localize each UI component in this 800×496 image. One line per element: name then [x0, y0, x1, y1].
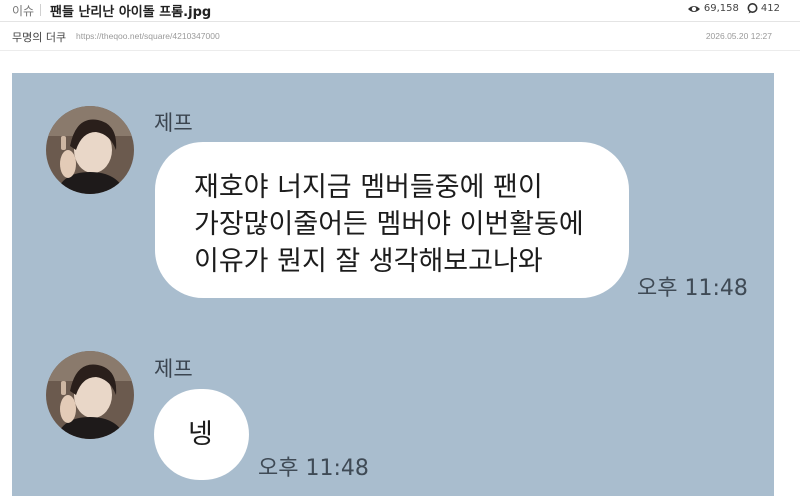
message-bubble: 재호야 너지금 멤버들중에 팬이 가장많이줄어든 멤버야 이번활동에 이유가 뭔… [155, 142, 629, 298]
message-line: 넹 [188, 419, 213, 450]
chat-screenshot: 제프 재호야 너지금 멤버들중에 팬이 가장많이줄어든 멤버야 이번활동에 이유… [12, 73, 774, 496]
message-line: 가장많이줄어든 멤버야 이번활동에 [194, 209, 584, 240]
author-name: 무명의 더쿠 [12, 31, 67, 44]
avatar [46, 106, 134, 194]
message-time: 오후 11:48 [637, 276, 748, 301]
post-stats: 69,158 412 [687, 3, 780, 14]
sender-name: 제프 [154, 357, 193, 381]
message-time: 오후 11:48 [258, 456, 369, 481]
post-url[interactable]: https://theqoo.net/square/4210347000 [76, 31, 220, 41]
comment-icon [747, 3, 758, 14]
avatar [46, 351, 134, 439]
message-bubble: 넹 [154, 389, 249, 480]
post-title: 팬들 난리난 아이돌 프롬.jpg [50, 5, 212, 20]
view-count: 69,158 [703, 3, 739, 14]
message-line: 이유가 뭔지 잘 생각해보고나와 [194, 246, 543, 277]
category-label[interactable]: 이슈 [12, 2, 34, 19]
message-line: 재호야 너지금 멤버들중에 팬이 [194, 172, 543, 203]
sender-name: 제프 [154, 111, 193, 135]
post-header: 이슈 팬들 난리난 아이돌 프롬.jpg 69,158 412 [0, 0, 800, 22]
divider [40, 4, 41, 16]
post-meta: 무명의 더쿠 https://theqoo.net/square/4210347… [0, 22, 800, 51]
comment-count[interactable]: 412 [761, 3, 780, 14]
eye-icon [687, 5, 700, 12]
post-date: 2026.05.20 12:27 [705, 31, 772, 41]
